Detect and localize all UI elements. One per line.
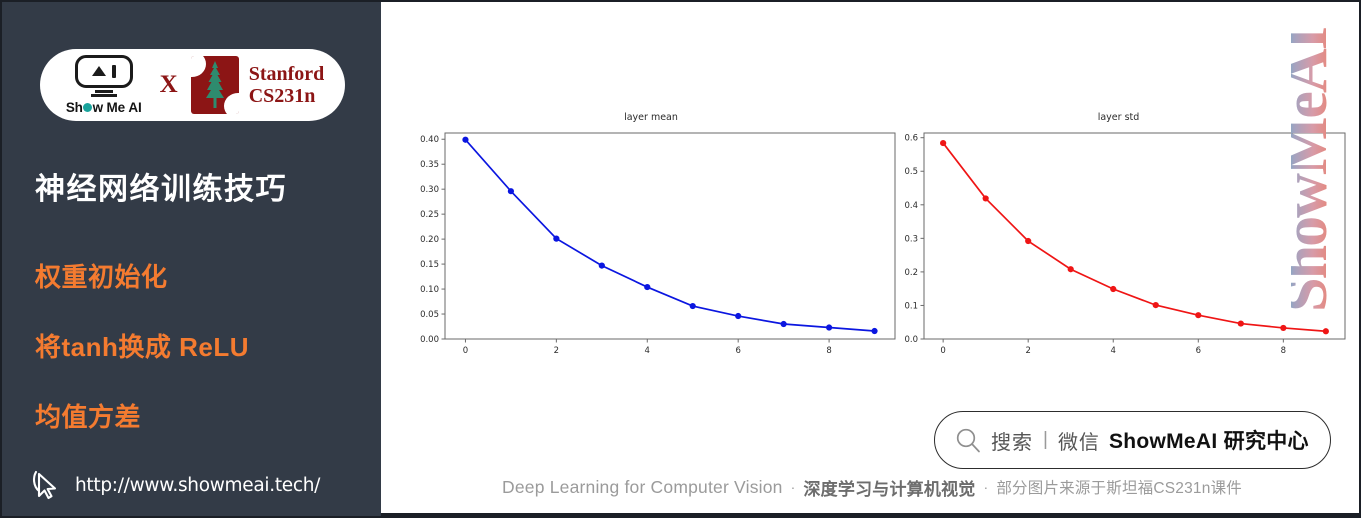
svg-text:0: 0 <box>463 346 468 356</box>
stanford-logo-icon <box>190 56 239 114</box>
svg-text:0.40: 0.40 <box>420 135 439 145</box>
chart-title-layer-mean: layer mean <box>624 112 678 123</box>
cursor-bar-icon <box>111 64 116 78</box>
footer-dot-1: · <box>790 479 796 495</box>
search-divider: | <box>1043 429 1048 450</box>
svg-text:4: 4 <box>1111 346 1116 356</box>
topic-item-weight-init: 权重初始化 <box>35 262 168 292</box>
svg-text:0.05: 0.05 <box>420 310 439 320</box>
svg-text:0.30: 0.30 <box>420 185 439 195</box>
svg-text:0.15: 0.15 <box>420 260 439 270</box>
charts-container: layer mean 0.00 0.05 0.10 0.15 0.20 0.25 0.30 0… <box>381 2 1359 402</box>
chart-title-layer-std: layer std <box>1097 112 1140 123</box>
stanford-cs231n-text: Stanford CS231n <box>249 63 325 108</box>
svg-text:0.20: 0.20 <box>420 235 439 245</box>
plot-svg-layer-mean: 0.00 0.05 0.10 0.15 0.20 0.25 0.30 0.35 0.40 0 2 4 6… <box>420 132 896 356</box>
svg-text:6: 6 <box>735 346 740 356</box>
svg-text:0.35: 0.35 <box>420 160 439 170</box>
caret-up-icon <box>91 66 106 77</box>
main-content: layer mean 0.00 0.05 0.10 0.15 0.20 0.25 0.30 0… <box>381 2 1359 516</box>
cursor-pointer-icon <box>32 470 57 500</box>
teal-dot-icon <box>83 103 93 113</box>
website-link[interactable]: http://www.showmeai.tech/ <box>32 469 320 501</box>
stanford-tree-icon <box>205 61 224 108</box>
topic-item-mean-variance: 均值方差 <box>35 402 142 432</box>
logo-badge: Sh w Me AI X Stanford CS231n <box>40 49 345 121</box>
svg-text:4: 4 <box>645 346 650 356</box>
showmeai-wordmark: Sh w Me AI <box>65 100 142 116</box>
svg-text:8: 8 <box>1281 346 1286 356</box>
plot-svg-layer-std: 0.0 0.1 0.2 0.3 0.4 0.5 0.6 0 2 4 6 8 <box>904 132 1346 356</box>
footer-chinese-title: 深度学习与计算机视觉 <box>803 479 976 499</box>
chart-layer-mean: layer mean 0.00 0.05 0.10 0.15 0.20 0.25 0.30 0… <box>401 112 901 382</box>
footer-caption: Deep Learning for Computer Vision · 深度学习… <box>502 475 1242 500</box>
svg-text:0.10: 0.10 <box>420 285 439 295</box>
svg-text:0.1: 0.1 <box>904 301 918 311</box>
svg-text:0.6: 0.6 <box>904 134 918 144</box>
sidebar: Sh w Me AI X Stanford CS231n 神经网络训练技巧 权重初… <box>2 2 381 516</box>
plot-area-layer-mean: 0.00 0.05 0.10 0.15 0.20 0.25 0.30 0.35 0.40 0 2 4 6… <box>401 129 901 364</box>
slide-root: Sh w Me AI X Stanford CS231n 神经网络训练技巧 权重初… <box>0 0 1361 518</box>
svg-text:2: 2 <box>1025 346 1030 356</box>
svg-text:0.5: 0.5 <box>904 167 918 177</box>
search-channel-label: 微信 <box>1057 431 1100 454</box>
stanford-label: Stanford <box>248 62 325 85</box>
svg-text:0.3: 0.3 <box>904 234 918 244</box>
svg-text:8: 8 <box>826 346 831 356</box>
monitor-icon <box>74 54 133 88</box>
svg-text:0.25: 0.25 <box>420 210 439 220</box>
search-brand-label: ShowMeAI 研究中心 <box>1108 430 1309 453</box>
svg-text:6: 6 <box>1196 346 1201 356</box>
svg-text:0.4: 0.4 <box>904 201 918 211</box>
page-title: 神经网络训练技巧 <box>35 173 287 206</box>
website-url-text: http://www.showmeai.tech/ <box>75 474 321 496</box>
svg-text:0.0: 0.0 <box>904 335 918 345</box>
search-icon <box>956 428 980 452</box>
x-separator: X <box>159 71 178 98</box>
svg-text:0.2: 0.2 <box>904 268 918 278</box>
cs231n-label: CS231n <box>248 85 316 107</box>
search-label: 搜索 <box>991 431 1033 454</box>
monitor-stand-base <box>90 94 117 98</box>
footer-dot-2: · <box>983 479 989 495</box>
plot-area-layer-std: 0.0 0.1 0.2 0.3 0.4 0.5 0.6 0 2 4 6 8 <box>886 129 1351 364</box>
monitor-stand-top <box>94 89 113 93</box>
wechat-search-pill[interactable]: 搜索 | 微信 ShowMeAI 研究中心 <box>934 411 1331 469</box>
svg-text:2: 2 <box>554 346 559 356</box>
footer-rule <box>381 513 1359 516</box>
footer-source-note: 部分图片来源于斯坦福CS231n课件 <box>996 480 1242 497</box>
chart-layer-std: layer std 0.0 0.1 0.2 0.3 0.4 0.5 0.6 0 2 4 6 8 <box>886 112 1351 382</box>
svg-text:0: 0 <box>940 346 945 356</box>
footer-english: Deep Learning for Computer Vision <box>502 476 783 497</box>
topic-list: 权重初始化 将tanh换成 ReLU 均值方差 <box>35 257 249 434</box>
svg-text:0.00: 0.00 <box>420 335 439 345</box>
topic-item-relu: 将tanh换成 ReLU <box>35 332 250 362</box>
showmeai-logo: Sh w Me AI <box>61 54 147 116</box>
